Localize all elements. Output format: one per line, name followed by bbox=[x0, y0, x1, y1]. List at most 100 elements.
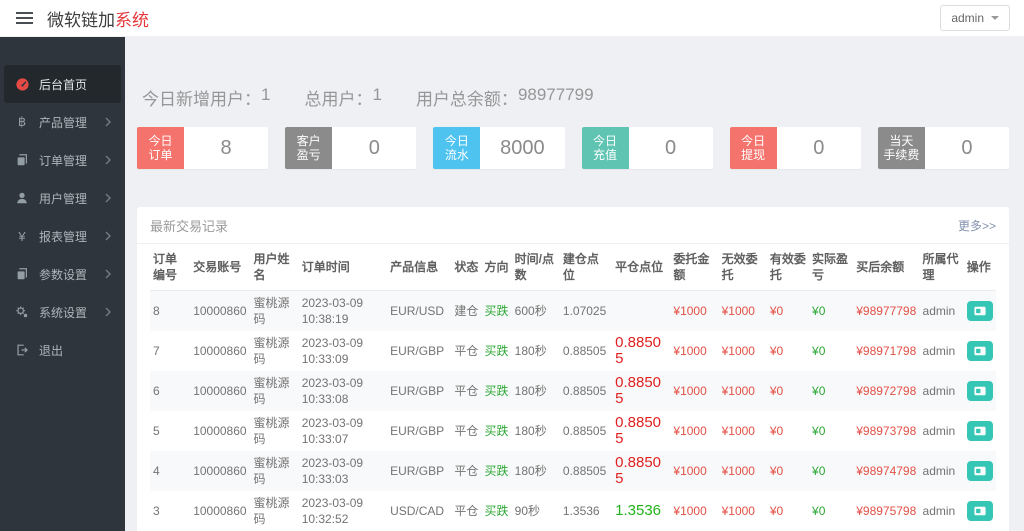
cell-agent: admin bbox=[920, 331, 964, 371]
panel-title: 最新交易记录 bbox=[150, 216, 228, 235]
col-status: 状态 bbox=[451, 244, 481, 291]
stat-card-value: 0 bbox=[925, 127, 1009, 169]
card-icon bbox=[973, 465, 987, 477]
cell-balance: ¥98974798 bbox=[853, 451, 919, 491]
order-time: 10:33:07 bbox=[302, 431, 384, 447]
cell-account: 10000860 bbox=[190, 491, 250, 531]
order-detail-button[interactable] bbox=[967, 301, 993, 321]
sidebar-item-reports[interactable]: ¥ 报表管理 bbox=[4, 217, 121, 255]
order-detail-button[interactable] bbox=[967, 381, 993, 401]
app-title: 微软链加系统 bbox=[47, 6, 149, 31]
cell-balance: ¥98972798 bbox=[853, 371, 919, 411]
table-row: 7 10000860 蜜桃源码 2023-03-09 10:33:09 EUR/… bbox=[150, 331, 996, 371]
col-action: 操作 bbox=[964, 244, 996, 291]
stat-cards-row: 今日订单 8 客户盈亏 0 今日流水 8000 今日充值 0 今日提现 0 当天… bbox=[137, 127, 1009, 169]
stat-value: 1 bbox=[372, 85, 381, 110]
cell-valid: ¥0 bbox=[767, 411, 809, 451]
trades-table: 订单编号 交易账号 用户姓名 订单时间 产品信息 状态 方向 时间/点数 建仓点… bbox=[150, 244, 996, 531]
sidebar-item-users[interactable]: 用户管理 bbox=[4, 179, 121, 217]
cell-order-time: 2023-03-09 10:33:09 bbox=[299, 331, 387, 371]
stat-card-label: 今日提现 bbox=[730, 127, 777, 169]
order-detail-button[interactable] bbox=[967, 421, 993, 441]
order-detail-button[interactable] bbox=[967, 501, 993, 521]
cell-profit: ¥0 bbox=[809, 291, 853, 332]
stat-label: 用户总余额： bbox=[416, 85, 518, 110]
stat-card-value: 0 bbox=[332, 127, 416, 169]
cell-profit: ¥0 bbox=[809, 451, 853, 491]
sidebar-item-logout[interactable]: 退出 bbox=[4, 331, 121, 369]
cell-valid: ¥0 bbox=[767, 331, 809, 371]
sidebar-item-label: 退出 bbox=[39, 342, 63, 359]
cell-account: 10000860 bbox=[190, 451, 250, 491]
cell-order-no: 6 bbox=[150, 371, 190, 411]
col-balance: 买后余额 bbox=[853, 244, 919, 291]
sidebar-item-label: 产品管理 bbox=[39, 114, 87, 131]
stat-label: 总用户： bbox=[304, 85, 372, 110]
sidebar-item-dashboard[interactable]: 后台首页 bbox=[4, 65, 121, 103]
sidebar-item-label: 报表管理 bbox=[39, 228, 87, 245]
cell-close-point: 0.88505 bbox=[612, 371, 670, 411]
stat-card: 今日订单 8 bbox=[137, 127, 268, 169]
cell-status: 平仓 bbox=[451, 411, 481, 451]
cell-status: 平仓 bbox=[451, 371, 481, 411]
cell-action bbox=[964, 291, 996, 332]
col-valid: 有效委托 bbox=[767, 244, 809, 291]
order-detail-button[interactable] bbox=[967, 461, 993, 481]
order-date: 2023-03-09 bbox=[302, 375, 384, 391]
app-title-accent: 系统 bbox=[115, 11, 149, 30]
stat-card-value: 8 bbox=[184, 127, 268, 169]
card-icon bbox=[973, 505, 987, 517]
cell-product: EUR/GBP bbox=[387, 371, 451, 411]
cell-open-point: 0.88505 bbox=[560, 371, 612, 411]
cell-agent: admin bbox=[920, 411, 964, 451]
latest-trades-panel: 最新交易记录 更多>> 订单编号 交易账号 用户姓名 订单时间 bbox=[137, 207, 1009, 531]
cell-invalid: ¥1000 bbox=[719, 491, 767, 531]
cell-amount: ¥1000 bbox=[670, 411, 718, 451]
menu-toggle-button[interactable] bbox=[14, 5, 35, 31]
sidebar-item-orders[interactable]: 订单管理 bbox=[4, 141, 121, 179]
order-detail-button[interactable] bbox=[967, 341, 993, 361]
more-link[interactable]: 更多>> bbox=[958, 217, 996, 234]
cell-invalid: ¥1000 bbox=[719, 451, 767, 491]
yen-icon: ¥ bbox=[14, 229, 30, 244]
card-icon bbox=[973, 425, 987, 437]
sidebar-item-parameters[interactable]: 参数设置 bbox=[4, 255, 121, 293]
card-icon bbox=[973, 345, 987, 357]
cell-profit: ¥0 bbox=[809, 411, 853, 451]
stat-value: 98977799 bbox=[518, 85, 594, 110]
col-product: 产品信息 bbox=[387, 244, 451, 291]
cell-amount: ¥1000 bbox=[670, 371, 718, 411]
sidebar-item-label: 参数设置 bbox=[39, 266, 87, 283]
col-order-time: 订单时间 bbox=[299, 244, 387, 291]
user-dropdown[interactable]: admin bbox=[940, 5, 1010, 31]
cell-direction: 买跌 bbox=[482, 451, 512, 491]
table-row: 6 10000860 蜜桃源码 2023-03-09 10:33:08 EUR/… bbox=[150, 371, 996, 411]
panel-header: 最新交易记录 更多>> bbox=[137, 207, 1009, 244]
cell-balance: ¥98977798 bbox=[853, 291, 919, 332]
logout-icon bbox=[14, 343, 30, 357]
cell-product: EUR/USD bbox=[387, 291, 451, 332]
cell-close-point: 0.88505 bbox=[612, 411, 670, 451]
cell-product: EUR/GBP bbox=[387, 411, 451, 451]
cell-order-time: 2023-03-09 10:33:03 bbox=[299, 451, 387, 491]
overview-stats: 今日新增用户：1 总用户：1 用户总余额：98977799 bbox=[142, 85, 1009, 110]
cell-account: 10000860 bbox=[190, 411, 250, 451]
cell-balance: ¥98971798 bbox=[853, 331, 919, 371]
chevron-right-icon bbox=[104, 117, 112, 127]
sidebar-item-label: 后台首页 bbox=[39, 76, 87, 93]
stat-total-balance: 用户总余额：98977799 bbox=[416, 85, 594, 110]
app-title-main: 微软链加 bbox=[47, 11, 115, 30]
cell-order-no: 8 bbox=[150, 291, 190, 332]
cell-status: 建仓 bbox=[451, 291, 481, 332]
sidebar-item-system-settings[interactable]: 系统设置 bbox=[4, 293, 121, 331]
stat-new-users: 今日新增用户：1 bbox=[142, 85, 270, 110]
cell-order-no: 5 bbox=[150, 411, 190, 451]
order-time: 10:38:19 bbox=[302, 311, 384, 327]
cell-duration: 180秒 bbox=[512, 411, 560, 451]
col-duration: 时间/点数 bbox=[512, 244, 560, 291]
col-open-point: 建仓点位 bbox=[560, 244, 612, 291]
cell-amount: ¥1000 bbox=[670, 451, 718, 491]
sidebar-item-products[interactable]: ฿ 产品管理 bbox=[4, 103, 121, 141]
stat-card: 今日流水 8000 bbox=[433, 127, 564, 169]
cell-action bbox=[964, 331, 996, 371]
